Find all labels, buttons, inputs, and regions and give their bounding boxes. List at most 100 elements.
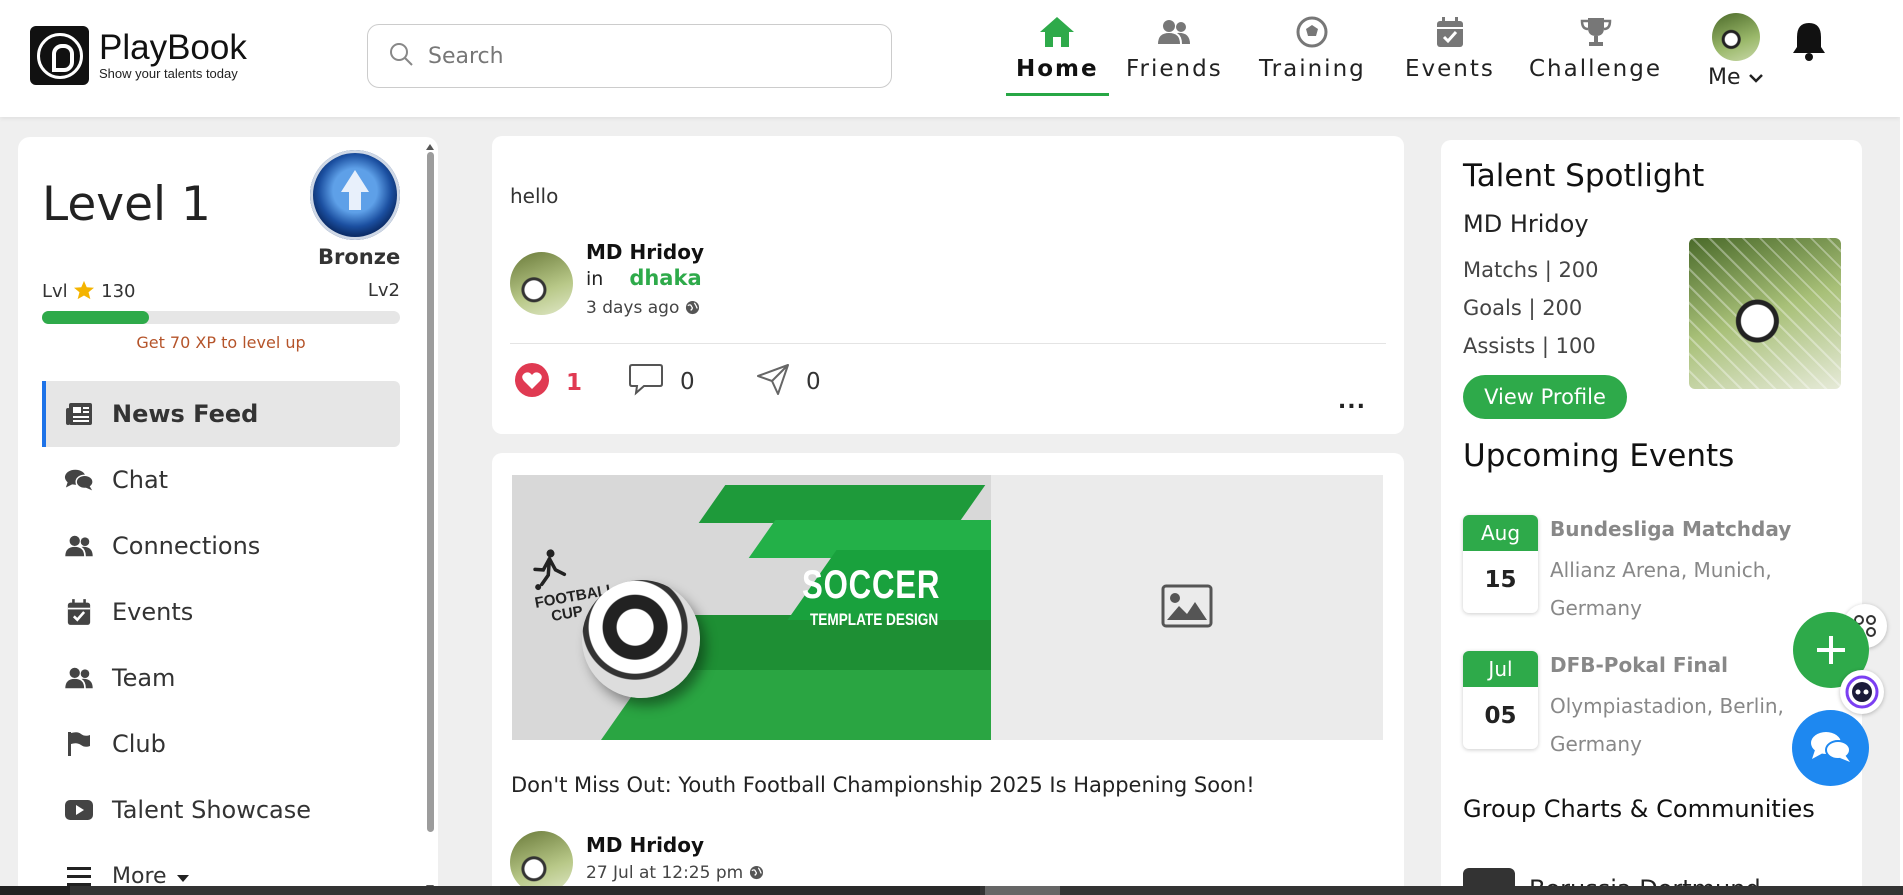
level-title: Level 1	[42, 177, 211, 232]
image-placeholder[interactable]	[991, 475, 1383, 740]
image-icon	[1161, 584, 1213, 632]
sidebar-item-events[interactable]: Events	[42, 579, 400, 645]
calendar-icon	[64, 598, 94, 626]
sidebar-item-chat[interactable]: Chat	[42, 447, 400, 513]
event-date: Aug 15	[1463, 515, 1538, 613]
post-options-button[interactable]: ...	[1338, 389, 1366, 414]
chat-icon	[64, 467, 94, 493]
sidebar-item-label: Events	[112, 598, 194, 626]
event-name: Bundesliga Matchday	[1550, 517, 1792, 541]
next-level: Lv2	[367, 280, 400, 301]
avatar	[1711, 13, 1760, 61]
nav-friends[interactable]: Friends	[1126, 14, 1223, 82]
brand-logo[interactable]: PlayBook Show your talents today	[30, 26, 247, 85]
comment-button[interactable]: 0	[628, 362, 695, 402]
playbook-logo-icon	[30, 26, 89, 85]
post-banner-image[interactable]: FOOTBALL CUP SOCCER TEMPLATE DESIGN	[512, 475, 991, 740]
search-input[interactable]	[428, 43, 868, 69]
nav-challenge[interactable]: Challenge	[1529, 14, 1662, 82]
search-icon	[388, 41, 414, 71]
group-charts-title: Group Charts & Communities	[1463, 795, 1815, 823]
event-name: DFB-Pokal Final	[1550, 653, 1728, 677]
users-icon	[64, 666, 94, 690]
chat-fab-button[interactable]	[1792, 710, 1869, 786]
sidebar-item-label: News Feed	[112, 400, 259, 428]
me-menu[interactable]: Me	[1708, 13, 1764, 90]
calendar-icon	[1436, 14, 1464, 50]
nav-home[interactable]: Home	[1006, 14, 1109, 96]
share-count: 0	[806, 369, 821, 395]
spotlight-assists: Assists | 100	[1463, 334, 1596, 358]
nav-events[interactable]: Events	[1405, 14, 1495, 82]
post-headline: Don't Miss Out: Youth Football Champions…	[511, 773, 1255, 797]
bell-icon[interactable]	[1790, 20, 1828, 66]
assistant-bot-icon[interactable]	[1840, 670, 1884, 714]
nav-training[interactable]: Training	[1259, 14, 1366, 82]
event-month: Aug	[1463, 515, 1538, 551]
chat-icon	[1809, 729, 1853, 768]
star-icon	[73, 280, 101, 302]
event-place: Olympiastadion, Berlin, Germany	[1550, 694, 1784, 756]
view-profile-button[interactable]: View Profile	[1463, 375, 1627, 419]
divider	[510, 343, 1386, 344]
video-icon	[64, 799, 94, 821]
event-day: 15	[1484, 567, 1517, 593]
post-author[interactable]: MD Hridoy	[586, 240, 704, 264]
current-level: Lvl	[42, 281, 68, 302]
football-icon	[1296, 14, 1328, 50]
heart-icon	[514, 362, 550, 404]
event-place: Allianz Arena, Munich, Germany	[1550, 558, 1772, 620]
globe-icon	[685, 298, 700, 318]
spotlight-name: MD Hridoy	[1463, 210, 1589, 238]
upcoming-events-title: Upcoming Events	[1463, 438, 1735, 474]
search-box[interactable]	[367, 24, 892, 88]
sidebar-menu: News Feed Chat Connections Events Team C…	[42, 381, 400, 895]
share-button[interactable]: 0	[756, 362, 821, 402]
caret-down-icon	[176, 864, 189, 889]
top-navbar: PlayBook Show your talents today Home Fr…	[0, 0, 1900, 117]
nav-friends-label: Friends	[1126, 56, 1223, 82]
like-count: 1	[566, 370, 583, 396]
sidebar-item-team[interactable]: Team	[42, 645, 400, 711]
spotlight-matches: Matchs | 200	[1463, 258, 1599, 282]
home-icon	[1038, 14, 1076, 50]
avatar[interactable]	[510, 831, 573, 894]
talent-spotlight-title: Talent Spotlight	[1463, 158, 1705, 194]
sidebar-item-news-feed[interactable]: News Feed	[42, 381, 400, 447]
post-author[interactable]: MD Hridoy	[586, 833, 704, 857]
like-button[interactable]: 1	[514, 362, 582, 404]
sidebar-item-label: Team	[112, 664, 176, 692]
post-location[interactable]: dhaka	[629, 266, 701, 290]
post-card: hello MD Hridoy in dhaka 3 days ago 1 0 0…	[492, 136, 1404, 434]
trophy-icon	[1579, 14, 1613, 50]
sidebar-scrollbar-thumb[interactable]	[427, 152, 434, 832]
spotlight-photo	[1689, 238, 1841, 389]
nav-home-label: Home	[1016, 56, 1099, 82]
sidebar-item-label: Club	[112, 730, 166, 758]
nav-challenge-label: Challenge	[1529, 56, 1662, 82]
flag-icon	[64, 731, 94, 757]
chevron-down-icon	[1748, 65, 1764, 90]
banner-subtitle: TEMPLATE DESIGN	[810, 610, 939, 629]
brand-tagline: Show your talents today	[99, 66, 238, 81]
friends-icon	[1157, 14, 1191, 50]
sidebar-item-label: Connections	[112, 532, 261, 560]
me-label: Me	[1708, 65, 1741, 90]
sidebar-item-connections[interactable]: Connections	[42, 513, 400, 579]
rank-label: Bronze	[318, 245, 401, 269]
newspaper-icon	[64, 402, 94, 426]
level-sidebar: Level 1 Bronze Lvl 130 Lv2 Get 70 XP to …	[18, 137, 438, 895]
globe-icon	[749, 863, 764, 883]
event-day: 05	[1484, 703, 1517, 729]
post-text: hello	[510, 184, 559, 208]
post-card: FOOTBALL CUP SOCCER TEMPLATE DESIGN Don'…	[492, 453, 1404, 895]
spotlight-goals: Goals | 200	[1463, 296, 1583, 320]
xp-note: Get 70 XP to level up	[136, 333, 306, 352]
sidebar-item-club[interactable]: Club	[42, 711, 400, 777]
sidebar-item-talent-showcase[interactable]: Talent Showcase	[42, 777, 400, 843]
nav-events-label: Events	[1405, 56, 1495, 82]
football-icon	[582, 580, 700, 698]
xp-progress-bar	[42, 311, 400, 324]
send-icon	[756, 362, 790, 402]
avatar[interactable]	[510, 252, 573, 315]
